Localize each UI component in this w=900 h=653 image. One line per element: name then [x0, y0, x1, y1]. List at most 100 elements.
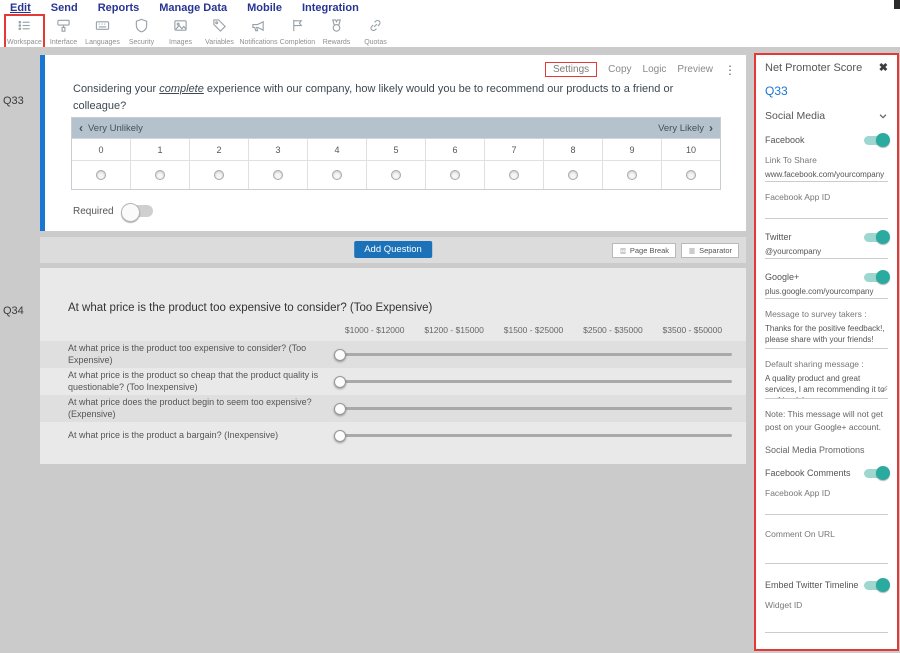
widget-id-input[interactable]	[765, 618, 888, 633]
price-slider[interactable]	[335, 407, 732, 410]
toolbar-quotas[interactable]: Quotas	[357, 16, 394, 47]
more-options-icon[interactable]: ⋮	[724, 63, 736, 77]
question-text[interactable]: Considering your complete experience wit…	[73, 81, 721, 115]
toolbar-interface[interactable]: Interface	[45, 16, 82, 47]
chevron-left-icon[interactable]: ‹	[79, 122, 83, 134]
emphasized-word: complete	[159, 83, 204, 95]
link-to-share-label: Link To Share	[765, 155, 888, 165]
default-sharing-message-label: Default sharing message :	[765, 359, 888, 369]
menu-reports[interactable]: Reports	[98, 2, 140, 14]
scale-number: 4	[308, 139, 367, 160]
separator-button[interactable]: Separator	[681, 243, 739, 258]
slider-handle[interactable]	[334, 430, 346, 442]
question-card-q34: At what price is the product too expensi…	[40, 268, 746, 464]
facebook-app-id-label: Facebook App ID	[765, 192, 888, 202]
toolbar-languages[interactable]: Languages	[84, 16, 121, 47]
scale-left-label: Very Unlikely	[88, 123, 143, 134]
twitter-handle-input[interactable]	[765, 244, 888, 259]
default-sharing-message-textarea[interactable]: A quality product and great services, I …	[765, 372, 888, 399]
insert-question-bar: Add Question Page Break Separator	[40, 237, 746, 263]
panel-question-id[interactable]: Q33	[765, 84, 888, 98]
completion-icon	[290, 18, 305, 38]
chevron-right-icon[interactable]: ›	[709, 122, 713, 134]
facebook-row: Facebook	[765, 135, 888, 145]
google-plus-input[interactable]	[765, 284, 888, 299]
required-toggle[interactable]	[123, 205, 153, 217]
survey-canvas: Q33 Q34 Settings Copy Logic Preview ⋮ Co…	[0, 47, 753, 653]
toolbar-completion[interactable]: Completion	[279, 16, 316, 47]
scale-radio[interactable]	[544, 161, 603, 189]
slider-row-label: At what price does the product begin to …	[68, 397, 335, 420]
menu-manage-data[interactable]: Manage Data	[159, 2, 227, 14]
scale-radio[interactable]	[190, 161, 249, 189]
toolbar-security[interactable]: Security	[123, 16, 160, 47]
slider-row-label: At what price is the product so cheap th…	[68, 370, 335, 393]
scale-number: 6	[426, 139, 485, 160]
scale-radio[interactable]	[72, 161, 131, 189]
twitter-toggle[interactable]	[864, 233, 888, 242]
scale-radio[interactable]	[603, 161, 662, 189]
price-slider[interactable]	[335, 353, 732, 356]
logic-button[interactable]: Logic	[643, 64, 667, 75]
slider-row-label: At what price is the product too expensi…	[68, 343, 335, 366]
preview-button[interactable]: Preview	[677, 64, 713, 75]
toolbar-variables[interactable]: Variables	[201, 16, 238, 47]
chevron-down-icon	[878, 111, 888, 121]
required-row: Required	[73, 205, 153, 217]
price-slider[interactable]	[335, 434, 732, 437]
copy-button[interactable]: Copy	[608, 64, 631, 75]
top-menu-bar: Edit Send Reports Manage Data Mobile Int…	[0, 0, 900, 15]
menu-mobile[interactable]: Mobile	[247, 2, 282, 14]
toolbar-workspace[interactable]: Workspace	[6, 16, 43, 47]
menu-send[interactable]: Send	[51, 2, 78, 14]
settings-panel: Net Promoter Score ✖ Q33 Social Media Fa…	[754, 53, 899, 651]
link-to-share-input[interactable]	[765, 167, 888, 182]
resize-grip-icon[interactable]	[881, 379, 888, 397]
scale-radio[interactable]	[426, 161, 485, 189]
scale-radio[interactable]	[485, 161, 544, 189]
scale-radio[interactable]	[308, 161, 367, 189]
scale-radio[interactable]	[662, 161, 720, 189]
facebook-app-id2-input[interactable]	[765, 500, 888, 515]
main-area: Q33 Q34 Settings Copy Logic Preview ⋮ Co…	[0, 47, 900, 653]
scale-radio[interactable]	[131, 161, 190, 189]
toolbar-label: Languages	[85, 39, 120, 46]
nps-radio-row	[72, 160, 720, 189]
required-label: Required	[73, 206, 114, 217]
price-range-headers: $1000 - $12000 $1200 - $15000 $1500 - $2…	[335, 325, 732, 335]
slider-handle[interactable]	[334, 349, 346, 361]
slider-handle[interactable]	[334, 403, 346, 415]
scale-radio[interactable]	[367, 161, 426, 189]
edit-toolbar: Workspace Interface Languages Security I…	[0, 15, 900, 47]
comment-on-url-input[interactable]	[765, 549, 888, 564]
menu-integration[interactable]: Integration	[302, 2, 359, 14]
q34-title[interactable]: At what price is the product too expensi…	[68, 302, 432, 314]
google-plus-toggle[interactable]	[864, 273, 888, 282]
page-break-button[interactable]: Page Break	[612, 243, 676, 258]
variables-icon	[212, 18, 227, 38]
toolbar-notifications[interactable]: Notifications	[240, 16, 277, 47]
scale-number: 0	[72, 139, 131, 160]
facebook-toggle[interactable]	[864, 136, 888, 145]
price-slider[interactable]	[335, 380, 732, 383]
menu-edit[interactable]: Edit	[10, 2, 31, 14]
scrollbar-thumb[interactable]	[894, 0, 900, 9]
toolbar-rewards[interactable]: Rewards	[318, 16, 355, 47]
toolbar-images[interactable]: Images	[162, 16, 199, 47]
message-to-survey-takers-textarea[interactable]: Thanks for the positive feedback!, pleas…	[765, 322, 888, 349]
settings-button[interactable]: Settings	[545, 62, 597, 77]
interface-icon	[56, 18, 71, 38]
facebook-comments-toggle[interactable]	[864, 469, 888, 478]
google-plus-label: Google+	[765, 272, 799, 282]
facebook-app-id-input[interactable]	[765, 204, 888, 219]
notifications-icon	[251, 18, 266, 38]
embed-twitter-toggle[interactable]	[864, 581, 888, 590]
toolbar-label: Workspace	[7, 39, 42, 46]
add-question-button[interactable]: Add Question	[354, 241, 432, 258]
scale-right-label: Very Likely	[658, 123, 704, 134]
social-media-section-header[interactable]: Social Media	[765, 110, 888, 122]
close-icon[interactable]: ✖	[879, 61, 888, 74]
scale-radio[interactable]	[249, 161, 308, 189]
scale-number: 1	[131, 139, 190, 160]
slider-handle[interactable]	[334, 376, 346, 388]
